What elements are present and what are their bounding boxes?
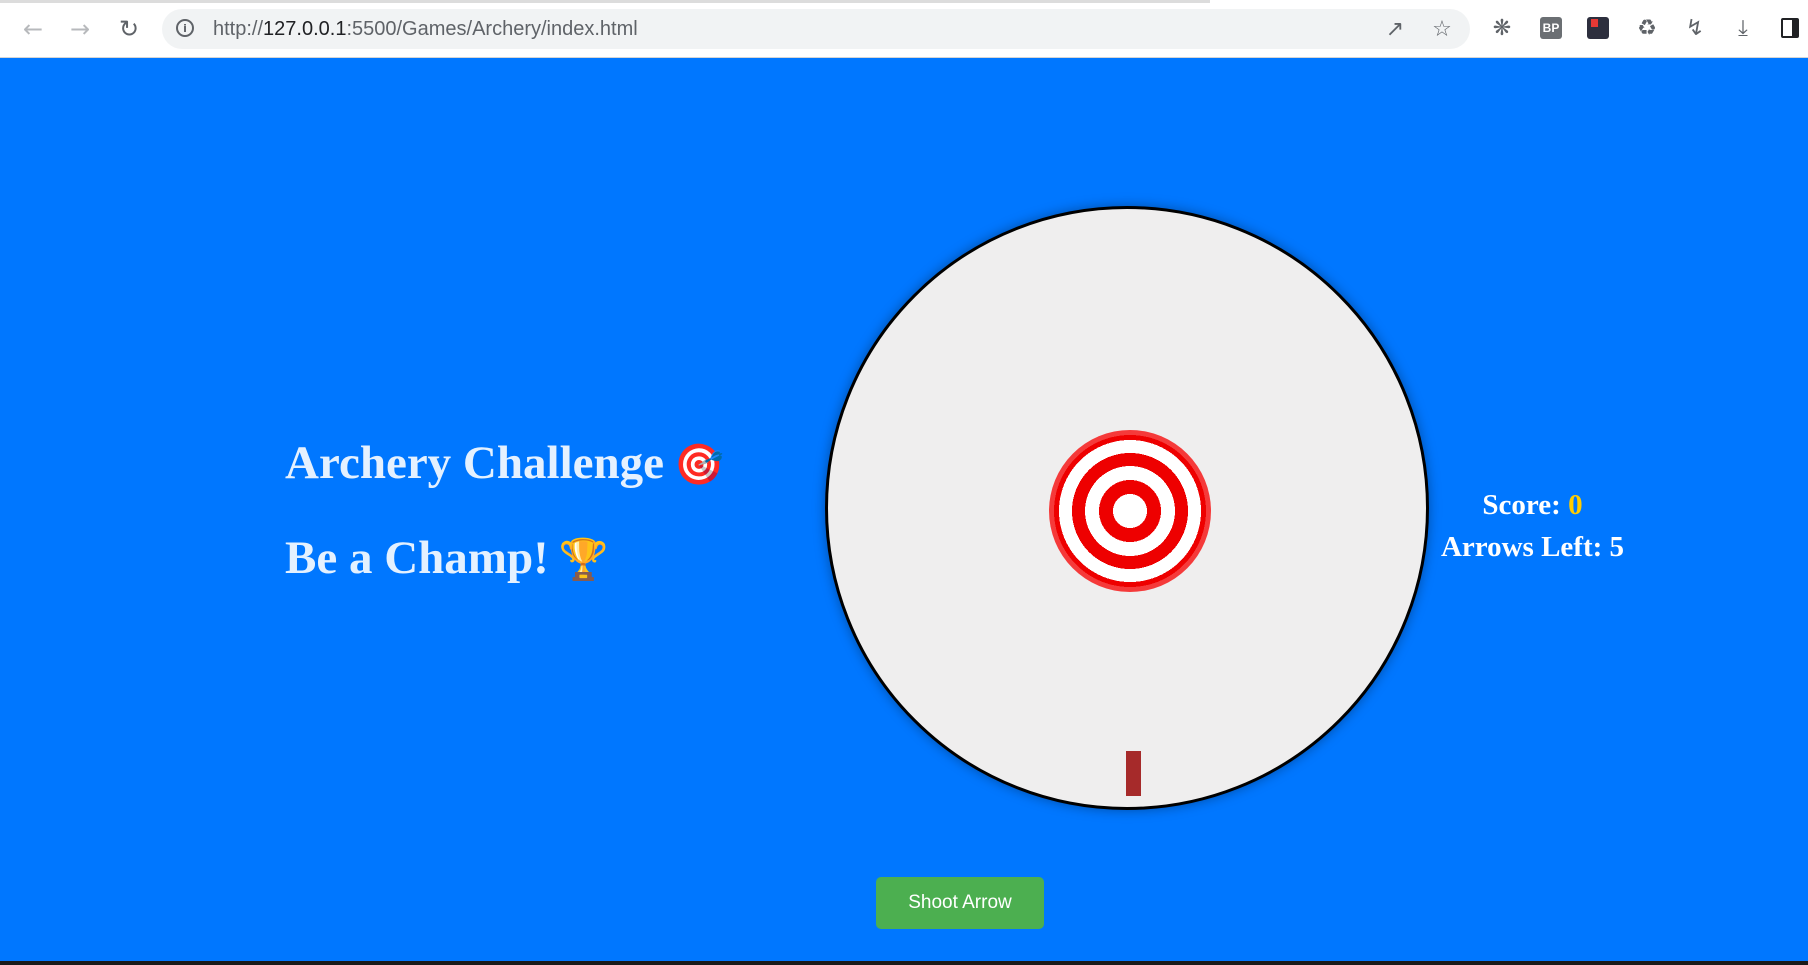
scoreboard: Score: 0 Arrows Left: 5 [1420,484,1645,568]
forward-arrow-icon[interactable]: → [63,12,97,46]
url-path: :5500/Games/Archery/index.html [346,18,638,40]
url-text[interactable]: http://127.0.0.1:5500/Games/Archery/inde… [213,18,638,41]
side-panel-icon[interactable] [1781,18,1799,38]
browser-toolbar: ← → ↻ i http://127.0.0.1:5500/Games/Arch… [0,0,1808,58]
download-icon[interactable]: ⤓ [1729,14,1757,42]
lightning-extension-icon[interactable]: ↯ [1681,14,1709,42]
arrow [1126,751,1141,796]
arrows-left-label: Arrows Left: [1440,531,1610,563]
window-bottom-edge [0,961,1808,965]
arrows-left-value: 5 [1609,531,1625,563]
score-display: Score: 0 [1420,484,1645,526]
game-area [825,206,1429,810]
shoot-arrow-button[interactable]: Shoot Arrow [876,877,1044,929]
arrows-left-display: Arrows Left: 5 [1420,526,1645,568]
reload-icon[interactable]: ↻ [112,12,146,46]
loading-indicator [0,0,1210,3]
title-text: Archery Challenge [285,437,664,489]
url-host: 127.0.0.1 [263,18,347,40]
page-title: Archery Challenge 🎯 [285,436,724,490]
score-label: Score: [1482,489,1569,521]
puzzle-extensions-icon[interactable]: ♻ [1633,14,1661,42]
bug-extension-icon[interactable]: ❋ [1488,14,1516,42]
subtitle-text: Be a Champ! [285,532,549,584]
target-emoji-icon: 🎯 [673,442,724,488]
site-info-icon[interactable]: i [176,19,194,37]
share-icon[interactable]: ↗ [1382,16,1408,42]
trophy-emoji-icon: 🏆 [558,537,609,583]
bookmark-star-icon[interactable]: ☆ [1429,16,1455,42]
bp-extension-icon[interactable]: BP [1540,17,1562,39]
bullseye-target [1049,430,1211,592]
address-bar[interactable]: i http://127.0.0.1:5500/Games/Archery/in… [162,9,1470,49]
score-value: 0 [1568,489,1583,521]
back-arrow-icon[interactable]: ← [16,12,50,46]
page-subtitle: Be a Champ! 🏆 [285,531,609,585]
url-scheme: http:// [213,18,264,40]
bookmark-extension-icon[interactable] [1587,17,1609,39]
